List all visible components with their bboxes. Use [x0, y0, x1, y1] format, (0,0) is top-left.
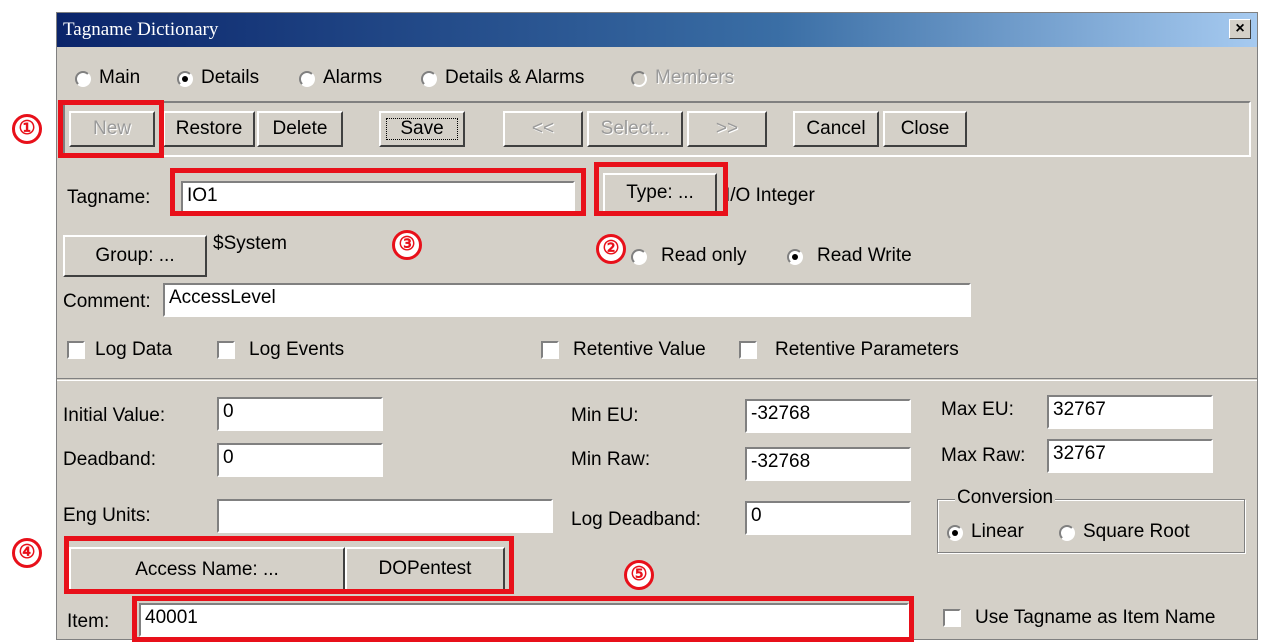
cancel-button[interactable]: Cancel	[793, 111, 879, 147]
view-details-alarms-radio[interactable]	[421, 71, 437, 87]
max-eu-label: Max EU:	[941, 399, 1014, 420]
tagname-input[interactable]: IO1	[181, 181, 575, 213]
read-write-label[interactable]: Read Write	[817, 245, 912, 267]
square-root-label[interactable]: Square Root	[1083, 521, 1190, 543]
read-write-radio[interactable]	[787, 249, 803, 265]
close-button[interactable]: Close	[883, 111, 967, 147]
retentive-parameters-label[interactable]: Retentive Parameters	[775, 339, 959, 361]
use-tagname-label[interactable]: Use Tagname as Item Name	[975, 607, 1215, 629]
restore-button[interactable]: Restore	[163, 111, 255, 147]
access-name-value: DOPentest	[345, 547, 505, 593]
view-details-alarms-label[interactable]: Details & Alarms	[445, 67, 584, 89]
title-bar[interactable]: Tagname Dictionary ×	[57, 13, 1257, 47]
view-main-label[interactable]: Main	[99, 67, 140, 89]
tagname-label: Tagname:	[67, 187, 151, 208]
square-root-radio[interactable]	[1059, 525, 1075, 541]
eng-units-input[interactable]	[217, 499, 553, 533]
min-raw-label: Min Raw:	[571, 449, 651, 470]
annotation-2-badge: ②	[596, 234, 626, 264]
next-button[interactable]: >>	[687, 111, 767, 147]
new-button[interactable]: New	[69, 111, 155, 147]
max-eu-input[interactable]: 32767	[1047, 395, 1213, 429]
retentive-value-label[interactable]: Retentive Value	[573, 339, 706, 361]
view-members-radio	[631, 71, 647, 87]
annotation-1-badge: ①	[12, 114, 42, 144]
use-tagname-checkbox[interactable]	[943, 609, 961, 627]
min-eu-label: Min EU:	[571, 405, 639, 426]
previous-button[interactable]: <<	[503, 111, 583, 147]
log-deadband-label: Log Deadband:	[571, 509, 701, 530]
log-deadband-input[interactable]: 0	[745, 501, 911, 535]
read-only-label[interactable]: Read only	[661, 245, 747, 267]
annotation-5-badge: ⑤	[624, 560, 654, 590]
section-divider	[57, 378, 1257, 381]
group-value: $System	[213, 233, 287, 254]
log-data-checkbox[interactable]	[67, 341, 85, 359]
view-details-label[interactable]: Details	[201, 67, 259, 89]
delete-button[interactable]: Delete	[257, 111, 343, 147]
min-raw-input[interactable]: -32768	[745, 447, 911, 481]
retentive-parameters-checkbox[interactable]	[739, 341, 757, 359]
close-icon[interactable]: ×	[1229, 19, 1251, 39]
save-button[interactable]: Save	[379, 111, 465, 147]
select-button[interactable]: Select...	[587, 111, 683, 147]
view-members-label: Members	[655, 67, 735, 88]
initial-value-input[interactable]: 0	[217, 397, 383, 431]
tagname-dictionary-window: Tagname Dictionary × Main Details Alarms…	[56, 12, 1258, 640]
log-events-checkbox[interactable]	[217, 341, 235, 359]
initial-value-label: Initial Value:	[63, 405, 166, 426]
log-data-label[interactable]: Log Data	[95, 339, 172, 361]
item-label: Item:	[67, 611, 110, 632]
max-raw-input[interactable]: 32767	[1047, 439, 1213, 473]
access-name-button[interactable]: Access Name: ...	[69, 547, 345, 593]
max-raw-label: Max Raw:	[941, 445, 1026, 466]
view-main-radio[interactable]	[75, 71, 91, 87]
view-details-radio[interactable]	[177, 71, 193, 87]
deadband-label: Deadband:	[63, 449, 156, 470]
item-input[interactable]: 40001	[139, 603, 909, 637]
linear-label[interactable]: Linear	[971, 521, 1024, 543]
annotation-3-badge: ③	[392, 230, 422, 260]
read-only-radio[interactable]	[631, 249, 647, 265]
comment-label: Comment:	[63, 291, 151, 312]
view-alarms-label[interactable]: Alarms	[323, 67, 382, 89]
type-button[interactable]: Type: ...	[603, 173, 717, 213]
window-title: Tagname Dictionary	[63, 19, 219, 40]
log-events-label[interactable]: Log Events	[249, 339, 344, 361]
view-alarms-radio[interactable]	[299, 71, 315, 87]
deadband-input[interactable]: 0	[217, 443, 383, 477]
min-eu-input[interactable]: -32768	[745, 399, 911, 433]
conversion-label: Conversion	[955, 487, 1056, 509]
group-button[interactable]: Group: ...	[63, 235, 207, 277]
comment-input[interactable]: AccessLevel	[163, 283, 971, 317]
type-value: I/O Integer	[725, 185, 815, 206]
retentive-value-checkbox[interactable]	[541, 341, 559, 359]
linear-radio[interactable]	[947, 525, 963, 541]
annotation-4-badge: ④	[12, 538, 42, 568]
eng-units-label: Eng Units:	[63, 505, 151, 526]
